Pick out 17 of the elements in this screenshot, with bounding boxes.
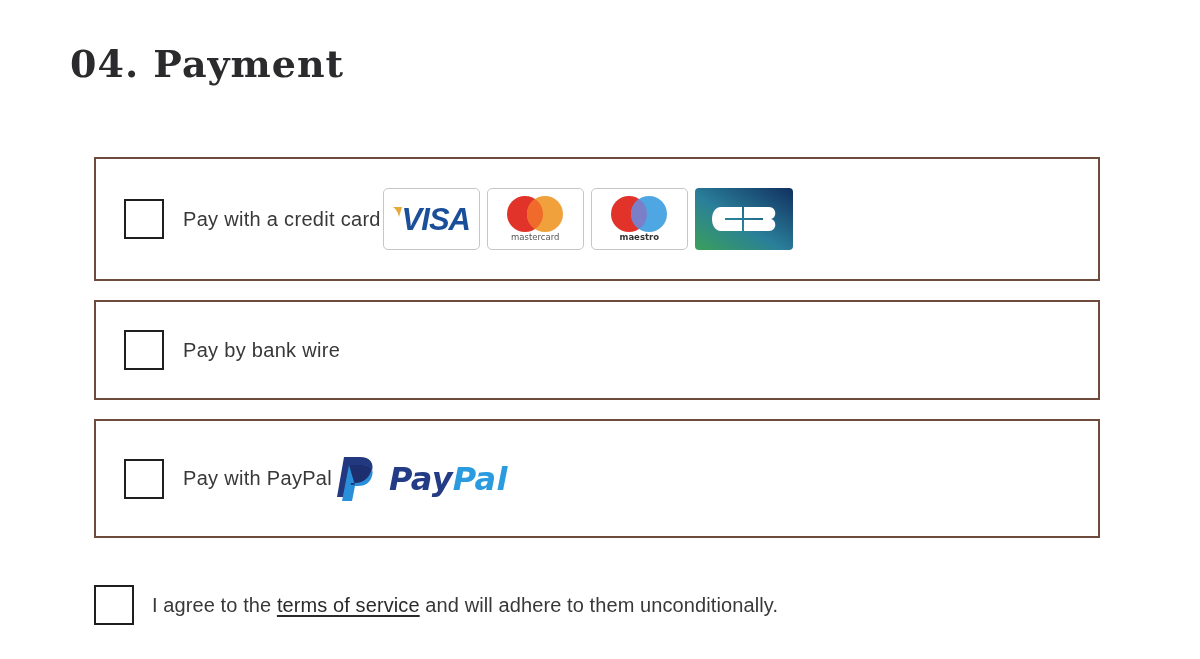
- terms-checkbox[interactable]: [94, 585, 134, 625]
- swoosh-icon: [392, 207, 402, 217]
- section-heading: 04. Payment: [70, 40, 345, 88]
- option-checkbox[interactable]: [124, 330, 164, 370]
- option-checkbox[interactable]: [124, 199, 164, 239]
- terms-of-service-link[interactable]: terms of service: [276, 593, 420, 616]
- terms-statement: I agree to the terms of service and will adhere to them unconditionally.: [152, 593, 779, 617]
- paypal-monogram-icon: [336, 456, 374, 501]
- option-label: Pay by bank wire: [183, 338, 341, 362]
- card-brand-text: VISA: [401, 203, 470, 235]
- bank-card-logo-icon: [694, 188, 793, 250]
- card-brand-text: maestro: [619, 233, 660, 242]
- card-brand-text: mastercard: [511, 233, 560, 242]
- option-label: Pay with PayPal: [183, 467, 332, 490]
- paypal-wordmark: PayPal: [389, 462, 508, 495]
- option-label: Pay with a credit card: [183, 207, 381, 231]
- option-checkbox[interactable]: [124, 458, 164, 499]
